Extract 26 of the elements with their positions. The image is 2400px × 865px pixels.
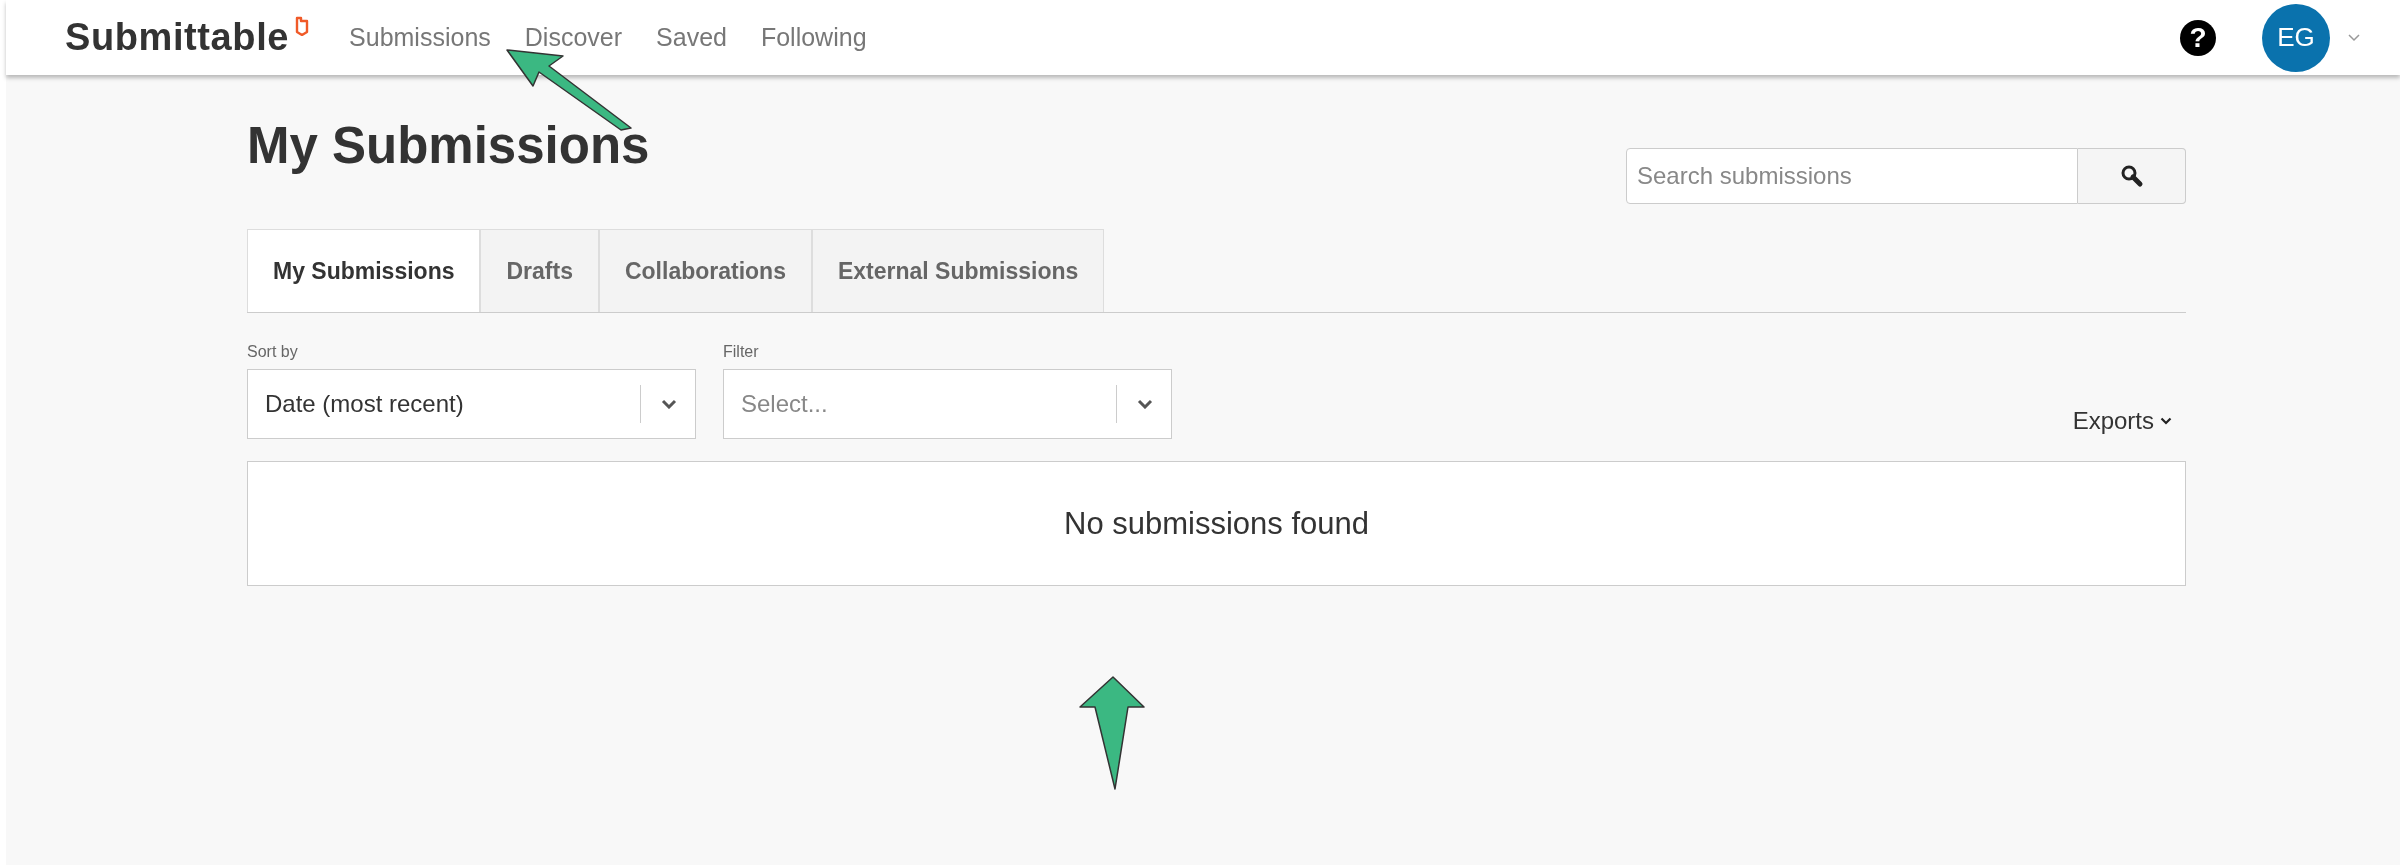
search-icon <box>2119 164 2144 188</box>
nav-link[interactable]: Discover <box>524 23 623 52</box>
nav-link[interactable]: Submissions <box>349 23 491 52</box>
page-title: My Submissions <box>247 116 650 176</box>
tab[interactable]: Collaborations <box>598 229 812 312</box>
sort-label: Sort by <box>247 343 299 361</box>
empty-message: No submissions found <box>1064 505 1369 542</box>
help-icon[interactable]: ? <box>2180 19 2216 56</box>
filter-label: Filter <box>723 343 760 361</box>
search-field[interactable]: Search submissions <box>1626 148 2078 204</box>
chevron-down-icon <box>1137 399 1153 409</box>
nav-link[interactable]: Following <box>760 23 867 52</box>
logo[interactable]: Submittable <box>65 16 290 59</box>
tab[interactable]: Drafts <box>480 229 599 312</box>
logo-mark-icon <box>295 16 310 36</box>
chevron-down-icon[interactable] <box>2348 33 2360 42</box>
chevron-down-icon <box>2160 417 2172 425</box>
sort-dropdown[interactable]: Date (most recent) <box>247 369 696 439</box>
avatar[interactable]: EG <box>2262 3 2330 72</box>
chevron-down-icon <box>661 399 677 409</box>
nav-link[interactable]: Saved <box>656 23 727 52</box>
exports-menu[interactable]: Exports <box>2072 407 2172 435</box>
search-button[interactable] <box>2078 148 2186 204</box>
tab[interactable]: My Submissions <box>247 229 481 312</box>
filter-dropdown[interactable]: Select... <box>723 369 1172 439</box>
tab[interactable]: External Submissions <box>811 229 1105 312</box>
